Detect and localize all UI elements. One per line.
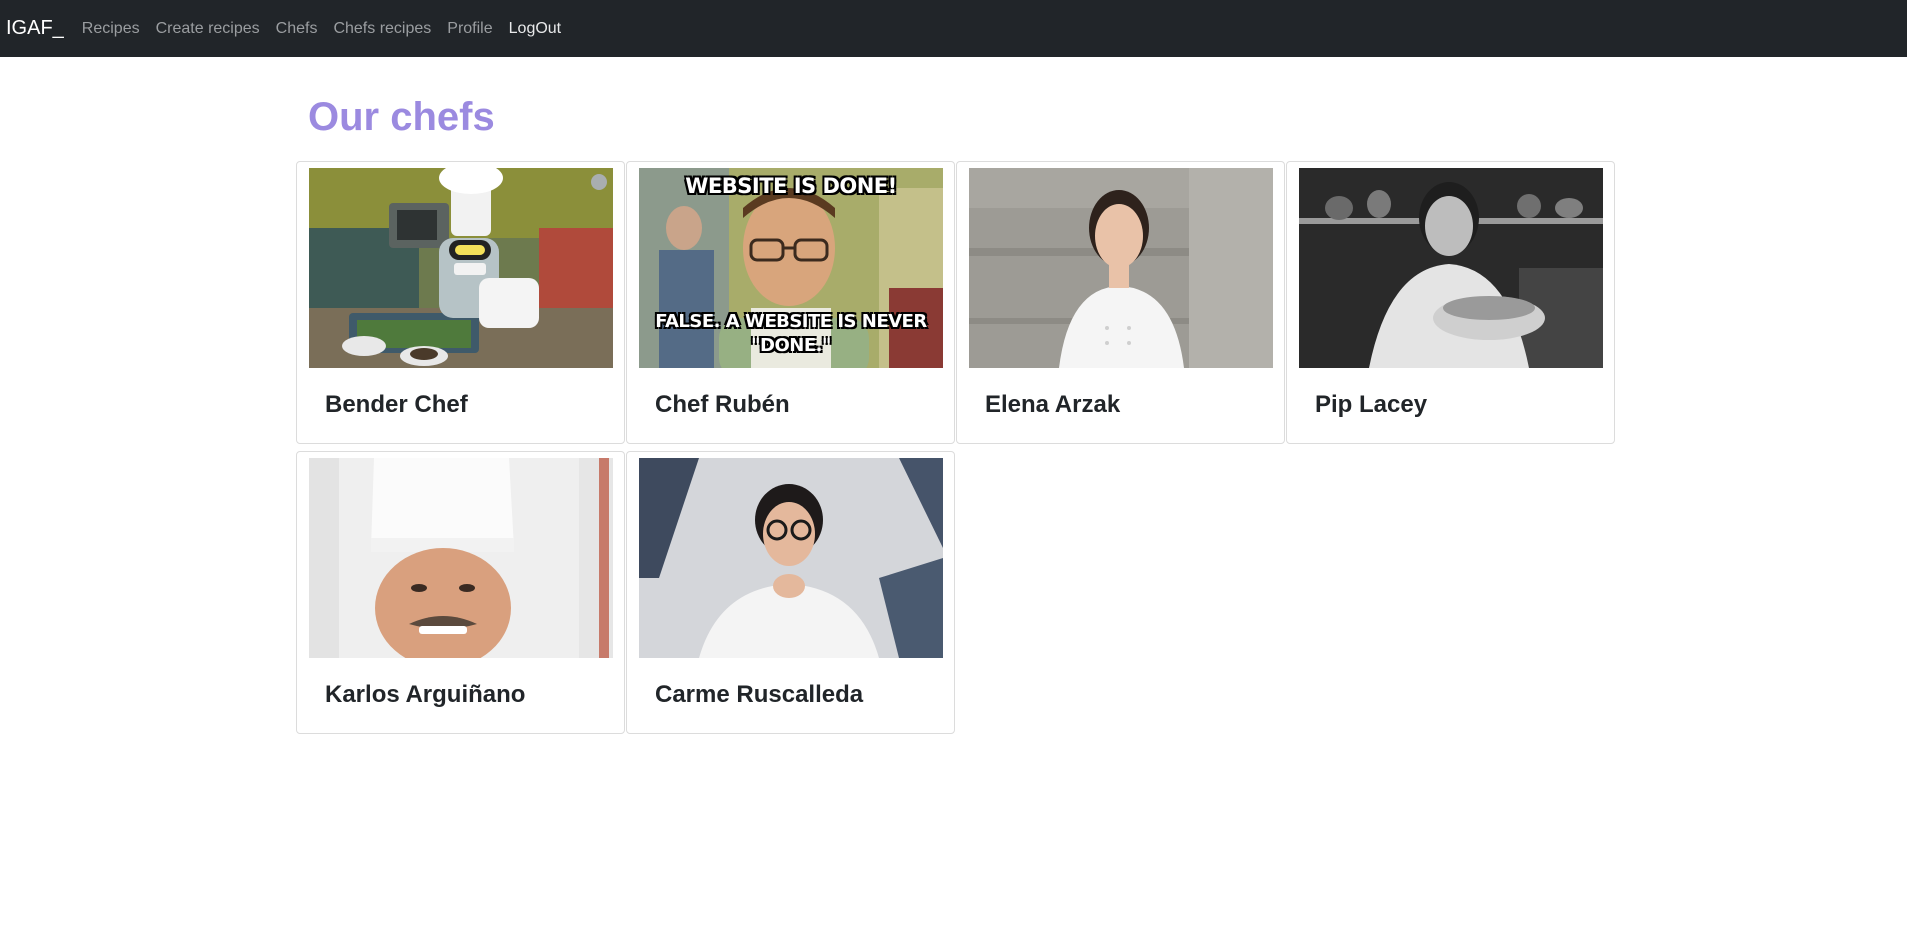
chef-card[interactable]: Elena Arzak xyxy=(956,161,1285,444)
page-title: Our chefs xyxy=(308,95,495,139)
chef-name: Carme Ruscalleda xyxy=(655,681,864,708)
chef-card[interactable]: Karlos Arguiñano xyxy=(296,451,625,734)
meme-caption-bottom: FALSE. A WEBSITE IS NEVER "DONE." xyxy=(655,311,927,356)
chef-card[interactable]: Carme Ruscalleda xyxy=(626,451,955,734)
navbar: IGAF_ Recipes Create recipes Chefs Chefs… xyxy=(0,0,1907,57)
chef-image xyxy=(639,458,943,658)
brand-logo[interactable]: IGAF_ xyxy=(6,17,64,40)
chef-image xyxy=(309,168,613,368)
chef-name: Elena Arzak xyxy=(985,391,1121,418)
meme-caption-top: WEBSITE IS DONE! xyxy=(685,174,897,198)
nav-link-chefs-recipes[interactable]: Chefs recipes xyxy=(333,20,431,38)
nav-link-recipes[interactable]: Recipes xyxy=(82,20,140,38)
chef-image xyxy=(969,168,1273,368)
chef-name: Karlos Arguiñano xyxy=(325,681,526,708)
chef-name: Chef Rubén xyxy=(655,391,790,418)
chef-name: Pip Lacey xyxy=(1315,391,1428,418)
chef-image: WEBSITE IS DONE! FALSE. A WEBSITE IS NEV… xyxy=(639,168,943,368)
nav-link-profile[interactable]: Profile xyxy=(447,20,492,38)
chef-image xyxy=(1299,168,1603,368)
nav-link-create-recipes[interactable]: Create recipes xyxy=(156,20,260,38)
chef-image xyxy=(309,458,613,658)
chef-card[interactable]: Pip Lacey xyxy=(1286,161,1615,444)
logout-link[interactable]: LogOut xyxy=(509,20,561,38)
chef-card[interactable]: Bender Chef xyxy=(296,161,625,444)
chef-card[interactable]: WEBSITE IS DONE! FALSE. A WEBSITE IS NEV… xyxy=(626,161,955,444)
main-container: Our chefs Bender Chef WEBSITE IS DONE! F… xyxy=(296,57,1616,734)
chef-name: Bender Chef xyxy=(325,391,468,418)
nav-link-chefs[interactable]: Chefs xyxy=(276,20,318,38)
